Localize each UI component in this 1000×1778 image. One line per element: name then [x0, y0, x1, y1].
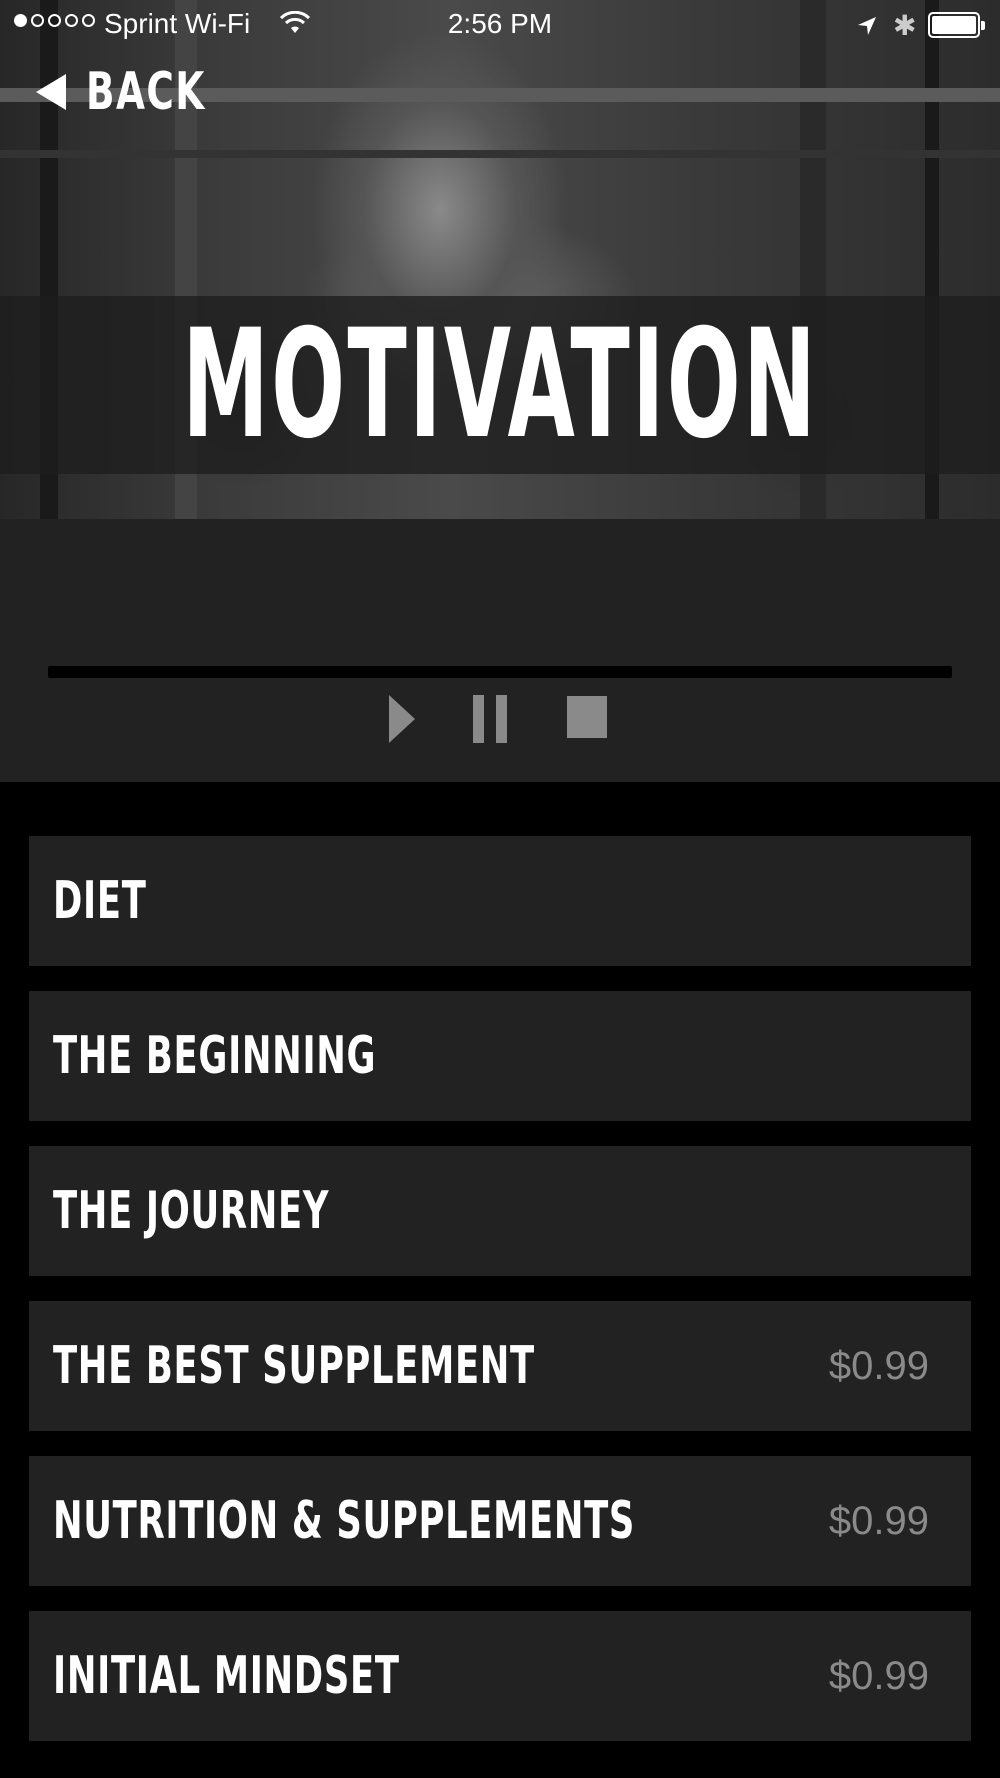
- location-icon: [856, 12, 878, 44]
- item-price[interactable]: $0.99: [829, 1499, 929, 1544]
- list-item[interactable]: THE BEST SUPPLEMENT $0.99: [29, 1301, 971, 1431]
- title-band: MOTIVATION: [0, 296, 1000, 474]
- audio-player: [0, 519, 1000, 782]
- item-title: DIET: [53, 871, 147, 931]
- item-price[interactable]: $0.99: [829, 1654, 929, 1699]
- list-item[interactable]: NUTRITION & SUPPLEMENTS $0.99: [29, 1456, 971, 1586]
- item-price[interactable]: $0.99: [829, 1344, 929, 1389]
- battery-icon: [928, 12, 985, 38]
- item-title: THE BEST SUPPLEMENT: [53, 1336, 535, 1396]
- back-button[interactable]: BACK: [36, 62, 252, 122]
- item-title: THE JOURNEY: [53, 1181, 330, 1241]
- item-title: INITIAL MINDSET: [53, 1646, 400, 1706]
- back-arrow-icon: [36, 74, 66, 110]
- bluetooth-icon: ✱: [893, 10, 917, 41]
- list-item[interactable]: THE JOURNEY: [29, 1146, 971, 1276]
- page-title: MOTIVATION: [182, 298, 818, 472]
- list-item[interactable]: INITIAL MINDSET $0.99: [29, 1611, 971, 1741]
- list-item[interactable]: THE BEGINNING: [29, 991, 971, 1121]
- item-title: NUTRITION & SUPPLEMENTS: [53, 1491, 636, 1551]
- back-label: BACK: [86, 62, 206, 122]
- play-icon[interactable]: [389, 695, 415, 743]
- list-item[interactable]: DIET: [29, 836, 971, 966]
- gym-rack-crossbar: [0, 150, 1000, 158]
- stop-icon[interactable]: [567, 696, 607, 738]
- progress-track[interactable]: [48, 666, 952, 678]
- track-list: DIET THE BEGINNING THE JOURNEY THE BEST …: [29, 836, 971, 1766]
- clock: 2:56 PM: [447, 8, 553, 39]
- pause-icon[interactable]: [473, 695, 507, 743]
- item-title: THE BEGINNING: [53, 1026, 377, 1086]
- status-bar: Sprint Wi-Fi 2:56 PM ✱: [0, 0, 1000, 50]
